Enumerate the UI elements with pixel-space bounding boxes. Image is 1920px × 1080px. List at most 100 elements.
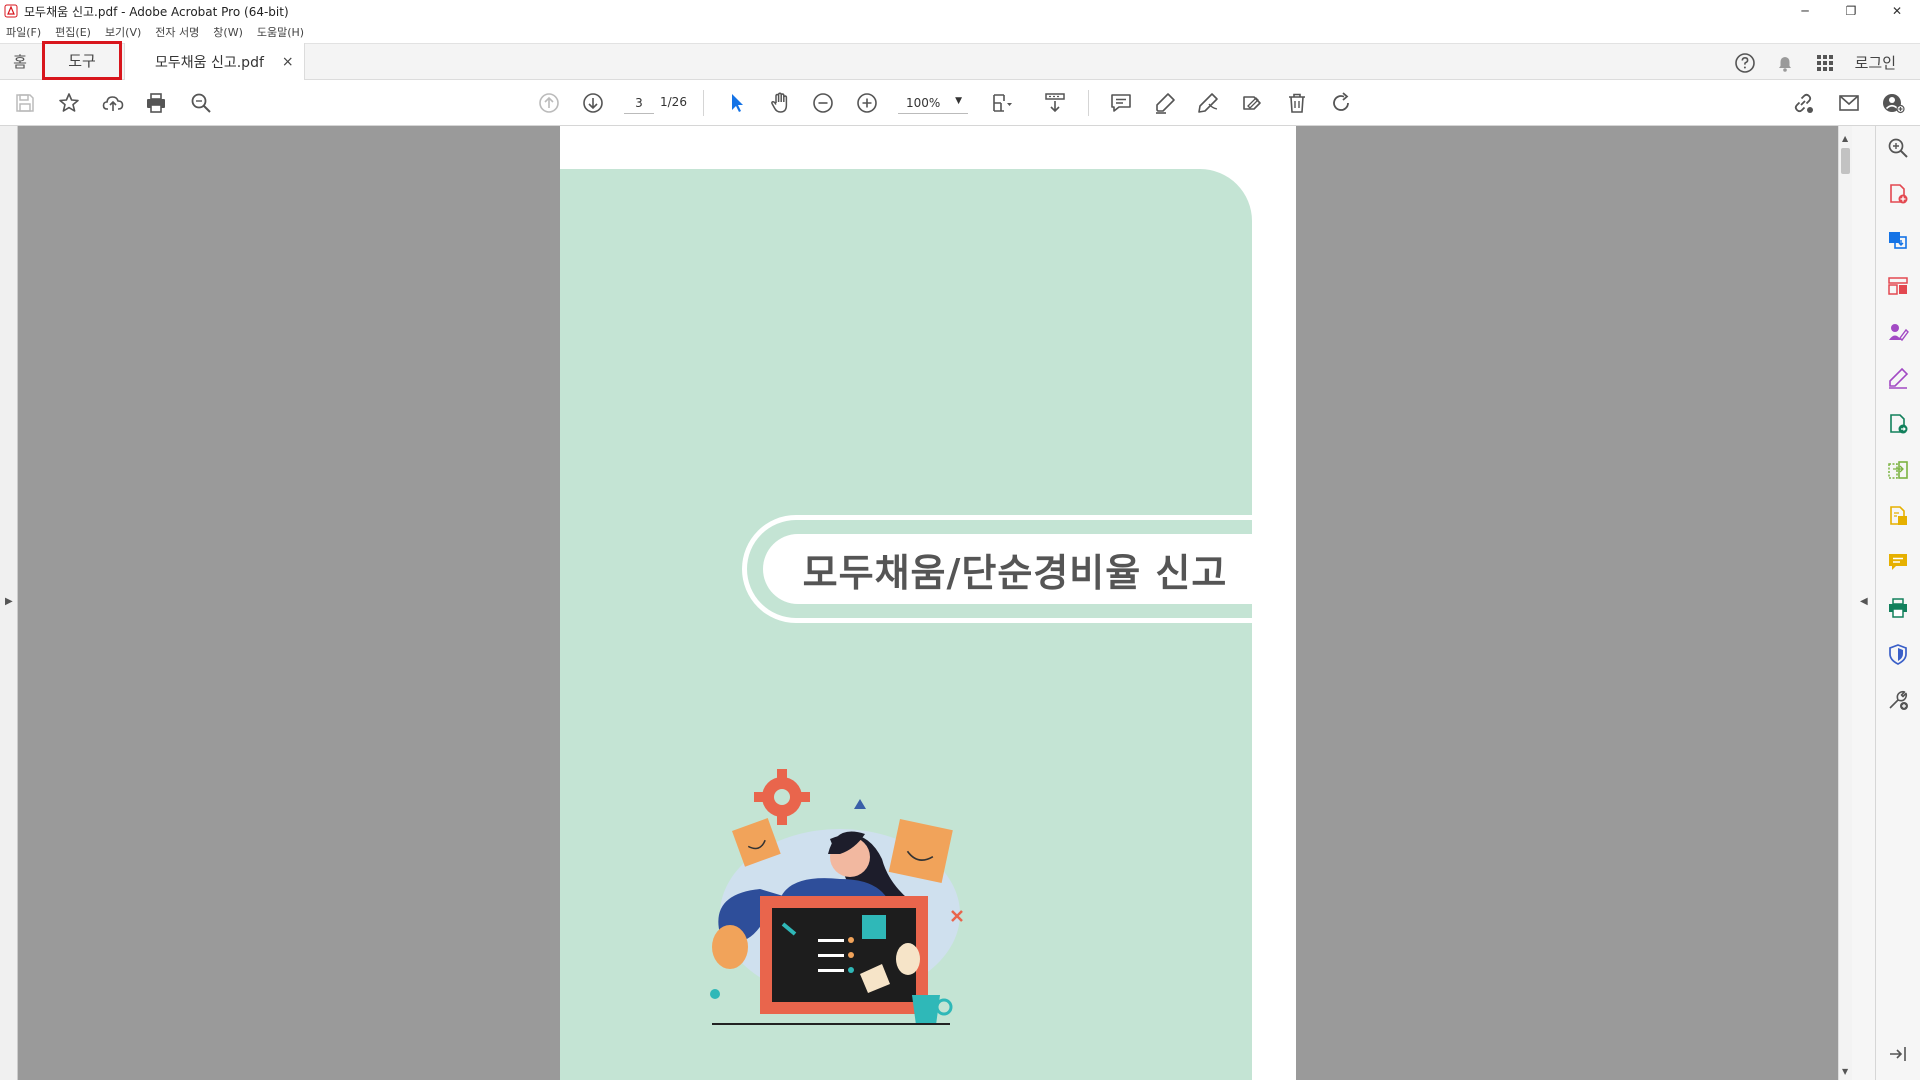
title-pill: 모두채움/단순경비율 신고 — [742, 515, 1267, 623]
page-display-button[interactable] — [988, 88, 1018, 118]
tab-tools[interactable]: 도구 — [42, 41, 122, 80]
tool-request-signature[interactable] — [1886, 320, 1910, 344]
document-heading: 모두채움/단순경비율 신고 — [802, 550, 1228, 595]
highlight-button[interactable] — [1150, 88, 1180, 118]
vertical-scrollbar[interactable]: ▲ ▼ — [1838, 126, 1852, 1080]
tool-protect[interactable] — [1886, 642, 1910, 666]
collapse-tools-pane[interactable] — [1886, 1042, 1910, 1066]
window-controls: ─ ❐ ✕ — [1782, 0, 1920, 22]
tool-fill-sign[interactable] — [1886, 366, 1910, 390]
tab-document[interactable]: 모두채움 신고.pdf × — [124, 43, 305, 80]
organize-pages-icon — [1888, 277, 1908, 295]
apps-button[interactable] — [1805, 54, 1845, 72]
save-button[interactable] — [10, 88, 40, 118]
close-tab-button[interactable]: × — [282, 54, 294, 70]
toolbar-separator — [703, 90, 704, 116]
zoom-in-button[interactable] — [852, 88, 882, 118]
tool-zoom[interactable] — [1886, 136, 1910, 160]
help-button[interactable] — [1725, 52, 1765, 74]
bell-icon — [1778, 56, 1791, 72]
pointer-arrow-icon — [732, 94, 743, 112]
left-nav-collapsed[interactable]: ▶ — [0, 126, 18, 1080]
page-green-panel: 모두채움/단순경비율 신고 — [560, 169, 1267, 1080]
hand-tool-button[interactable] — [765, 88, 795, 118]
minimize-button[interactable]: ─ — [1782, 0, 1828, 22]
highlighter-icon — [1156, 93, 1175, 114]
tools-pane — [1876, 126, 1920, 1080]
main-toolbar: 1/26 100% ▼ — [0, 80, 1920, 126]
help-icon — [1734, 52, 1755, 73]
wrench-add-icon — [1889, 690, 1908, 710]
hand-icon — [771, 92, 788, 113]
tool-compare-files[interactable] — [1886, 458, 1910, 482]
export-pdf-icon — [1889, 232, 1907, 249]
minus-circle-icon — [813, 93, 833, 113]
close-window-button[interactable]: ✕ — [1874, 0, 1920, 22]
shield-icon — [1889, 644, 1907, 665]
zoom-out-button[interactable] — [808, 88, 838, 118]
menu-edit[interactable]: 편집(E) — [55, 24, 91, 40]
rotate-icon — [1333, 92, 1349, 111]
bookmark-button[interactable] — [54, 88, 84, 118]
page-count: 1/26 — [660, 95, 687, 109]
previous-page-button[interactable] — [534, 88, 564, 118]
tool-organize-pages[interactable] — [1886, 274, 1910, 298]
zoom-icon — [1888, 138, 1908, 158]
upload-cloud-button[interactable] — [98, 88, 128, 118]
fill-sign-button[interactable] — [1237, 88, 1267, 118]
trash-icon — [1289, 93, 1305, 113]
menu-view[interactable]: 보기(V) — [105, 24, 141, 40]
share-user-button[interactable] — [1878, 88, 1908, 118]
right-panel-toggle-strip[interactable]: ◀ — [1852, 126, 1876, 1080]
pen-icon — [1198, 93, 1218, 113]
tab-home[interactable]: 홈 — [0, 51, 40, 72]
rotate-button[interactable] — [1326, 88, 1356, 118]
share-link-button[interactable] — [1788, 88, 1818, 118]
fill-sign-icon — [1889, 367, 1909, 389]
draw-button[interactable] — [1193, 88, 1223, 118]
menu-file[interactable]: 파일(F) — [6, 24, 41, 40]
add-comment-button[interactable] — [1106, 88, 1136, 118]
email-button[interactable] — [1834, 88, 1864, 118]
toolbar-separator — [1088, 90, 1089, 116]
page-number-input[interactable] — [624, 92, 654, 114]
delete-button[interactable] — [1282, 88, 1312, 118]
tool-create-pdf[interactable] — [1886, 182, 1910, 206]
tool-send-for-comments[interactable] — [1886, 412, 1910, 436]
link-icon — [1794, 93, 1813, 113]
star-icon — [59, 93, 79, 112]
read-mode-button[interactable] — [1040, 88, 1070, 118]
scrollbar-thumb[interactable] — [1841, 148, 1850, 174]
find-button[interactable] — [186, 88, 216, 118]
tool-more-tools[interactable] — [1886, 688, 1910, 712]
menu-window[interactable]: 창(W) — [213, 24, 243, 40]
scroll-down-arrow-icon[interactable]: ▼ — [1842, 1067, 1848, 1076]
zoom-select[interactable]: 100% ▼ — [898, 92, 968, 114]
print-button[interactable] — [141, 88, 171, 118]
expand-left-panel-icon[interactable]: ▶ — [5, 596, 13, 607]
select-tool-button[interactable] — [722, 88, 752, 118]
menu-e-sign[interactable]: 전자 서명 — [155, 24, 199, 40]
collapse-right-panel-icon[interactable]: ◀ — [1860, 596, 1868, 607]
scroll-up-icon[interactable]: ▲ — [1842, 134, 1848, 143]
comment-icon — [1111, 94, 1131, 112]
window-title: 모두채움 신고.pdf - Adobe Acrobat Pro (64-bit) — [24, 4, 289, 19]
pdf-page: 모두채움/단순경비율 신고 — [560, 126, 1296, 1080]
add-user-icon — [1883, 94, 1905, 114]
printer-icon — [147, 93, 165, 113]
login-button[interactable]: 로그인 — [1855, 52, 1896, 73]
next-page-button[interactable] — [578, 88, 608, 118]
tool-print-production[interactable] — [1886, 596, 1910, 620]
title-bar: 모두채움 신고.pdf - Adobe Acrobat Pro (64-bit)… — [0, 0, 1920, 22]
tab-document-label: 모두채움 신고.pdf — [155, 54, 264, 71]
arrow-up-circle-icon — [539, 93, 559, 113]
notifications-button[interactable] — [1765, 53, 1805, 73]
document-viewport[interactable]: ▶ 모두채움/단순경비율 신고 ▲ ▼ ◀ — [0, 126, 1920, 1080]
tool-export-pdf[interactable] — [1886, 228, 1910, 252]
tool-edit-pdf[interactable] — [1886, 504, 1910, 528]
scroll-down-icon — [1045, 93, 1065, 113]
restore-button[interactable]: ❐ — [1828, 0, 1874, 22]
cloud-upload-icon — [102, 96, 124, 111]
menu-help[interactable]: 도움말(H) — [257, 24, 304, 40]
tool-comment[interactable] — [1886, 550, 1910, 574]
